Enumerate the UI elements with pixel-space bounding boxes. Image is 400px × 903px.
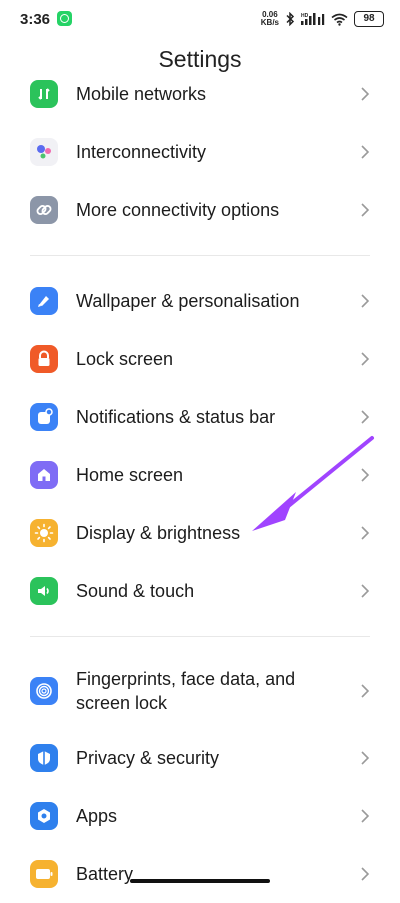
- chevron-right-icon: [361, 468, 370, 482]
- settings-item-label: Interconnectivity: [76, 142, 207, 162]
- status-time: 3:36: [20, 11, 51, 28]
- settings-item-label: Display & brightness: [76, 523, 241, 543]
- settings-item-label: Mobile networks: [76, 84, 207, 104]
- battery-indicator: 98: [354, 11, 384, 27]
- link-icon: [30, 196, 58, 224]
- chevron-right-icon: [361, 87, 370, 101]
- wifi-icon: [331, 13, 348, 26]
- interconnectivity-icon: [30, 138, 58, 166]
- settings-item-display-brightness[interactable]: Display & brightness: [0, 504, 400, 562]
- settings-item-sound-touch[interactable]: Sound & touch: [0, 562, 400, 620]
- shield-icon: [30, 744, 58, 772]
- network-label: HD: [301, 13, 309, 19]
- settings-item-fingerprints[interactable]: Fingerprints, face data, and screen lock: [0, 661, 400, 721]
- chevron-right-icon: [361, 145, 370, 159]
- settings-item-interconnectivity[interactable]: Interconnectivity: [0, 123, 400, 181]
- settings-item-notifications[interactable]: Notifications & status bar: [0, 388, 400, 446]
- chevron-right-icon: [361, 867, 370, 881]
- apps-gear-icon: [30, 802, 58, 830]
- section-divider: [30, 636, 370, 637]
- chevron-right-icon: [361, 809, 370, 823]
- wallpaper-brush-icon: [30, 287, 58, 315]
- chevron-right-icon: [361, 294, 370, 308]
- settings-item-label: Notifications & status bar: [76, 407, 276, 427]
- battery-icon: [30, 860, 58, 888]
- status-icons: 0.06 KB/s HD 98: [261, 9, 384, 29]
- mobile-networks-icon: [30, 80, 58, 108]
- signal-icon: HD: [301, 13, 325, 25]
- speaker-icon: [30, 577, 58, 605]
- settings-item-battery[interactable]: Battery: [0, 845, 400, 903]
- home-indicator[interactable]: [130, 879, 270, 883]
- settings-item-label: More connectivity options: [76, 200, 280, 220]
- chevron-right-icon: [361, 410, 370, 424]
- chevron-right-icon: [361, 751, 370, 765]
- status-bar: 3:36 0.06 KB/s HD 98: [0, 0, 400, 34]
- whatsapp-notification-icon: [57, 11, 72, 26]
- settings-item-wallpaper[interactable]: Wallpaper & personalisation: [0, 272, 400, 330]
- settings-item-more-connectivity[interactable]: More connectivity options: [0, 181, 400, 239]
- notification-icon: [30, 403, 58, 431]
- settings-item-label: Privacy & security: [76, 748, 220, 768]
- settings-item-mobile-networks[interactable]: Mobile networks: [0, 65, 400, 123]
- home-icon: [30, 461, 58, 489]
- settings-item-privacy-security[interactable]: Privacy & security: [0, 729, 400, 787]
- settings-item-label: Lock screen: [76, 349, 174, 369]
- chevron-right-icon: [361, 203, 370, 217]
- chevron-right-icon: [361, 526, 370, 540]
- settings-item-label: Apps: [76, 806, 118, 826]
- settings-item-home-screen[interactable]: Home screen: [0, 446, 400, 504]
- settings-item-label: Wallpaper & personalisation: [76, 291, 300, 311]
- section-divider: [30, 255, 370, 256]
- settings-item-label: Battery: [76, 864, 134, 884]
- settings-item-apps[interactable]: Apps: [0, 787, 400, 845]
- settings-item-label: Fingerprints, face data, and screen lock: [76, 669, 296, 713]
- chevron-right-icon: [361, 684, 370, 698]
- fingerprint-icon: [30, 677, 58, 705]
- network-speed: 0.06 KB/s: [260, 10, 279, 27]
- sun-icon: [30, 519, 58, 547]
- settings-item-label: Home screen: [76, 465, 184, 485]
- settings-item-lock-screen[interactable]: Lock screen: [0, 330, 400, 388]
- bluetooth-icon: [286, 12, 295, 26]
- lock-icon: [30, 345, 58, 373]
- chevron-right-icon: [361, 584, 370, 598]
- chevron-right-icon: [361, 352, 370, 366]
- settings-item-label: Sound & touch: [76, 581, 195, 601]
